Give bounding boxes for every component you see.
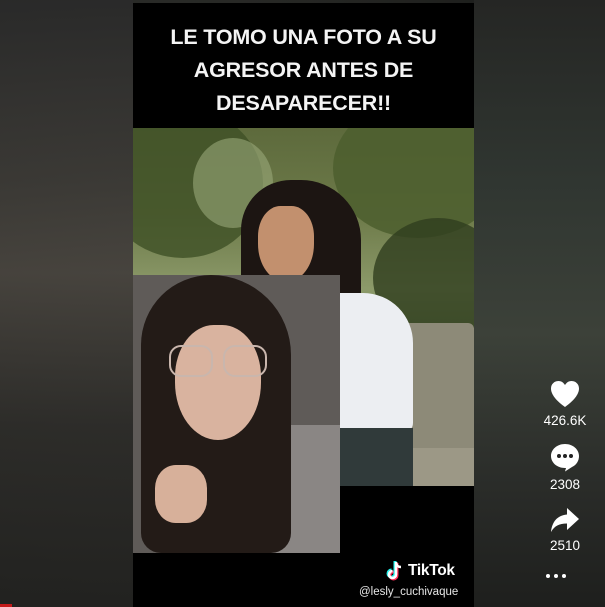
stone-wall [403,323,474,463]
comment-count: 2308 [549,477,581,492]
like-button[interactable]: 426.6K [543,380,587,428]
video-caption: LE TOMO UNA FOTO A SU AGRESOR ANTES DE D… [133,21,474,120]
share-icon [550,508,579,532]
watermark-handle: @lesly_cuchivaque [359,586,459,598]
comment-button[interactable]: 2308 [550,443,580,492]
action-rail: 426.6K 2308 2510 [530,380,600,568]
more-icon [546,574,550,578]
like-count: 426.6K [543,413,587,428]
tiktok-player: LE TOMO UNA FOTO A SU AGRESOR ANTES DE D… [0,0,605,607]
comment-icon [550,444,579,472]
watermark-brand: TikTok [408,562,455,579]
caption-line: DESAPARECER!! [216,91,391,115]
video-frame[interactable]: LE TOMO UNA FOTO A SU AGRESOR ANTES DE D… [133,3,474,607]
caption-line: AGRESOR ANTES DE [193,58,414,82]
caption-line: LE TOMO UNA FOTO A SU [170,25,437,49]
share-button[interactable]: 2510 [550,507,580,553]
tiktok-logo-icon [386,561,402,581]
share-count: 2510 [549,538,581,553]
tiktok-watermark: TikTok [385,560,455,582]
more-button[interactable] [546,574,566,578]
creator-overlay [133,275,340,553]
blurred-backdrop-left [0,0,133,607]
heart-icon [550,381,579,407]
glasses [169,345,269,377]
